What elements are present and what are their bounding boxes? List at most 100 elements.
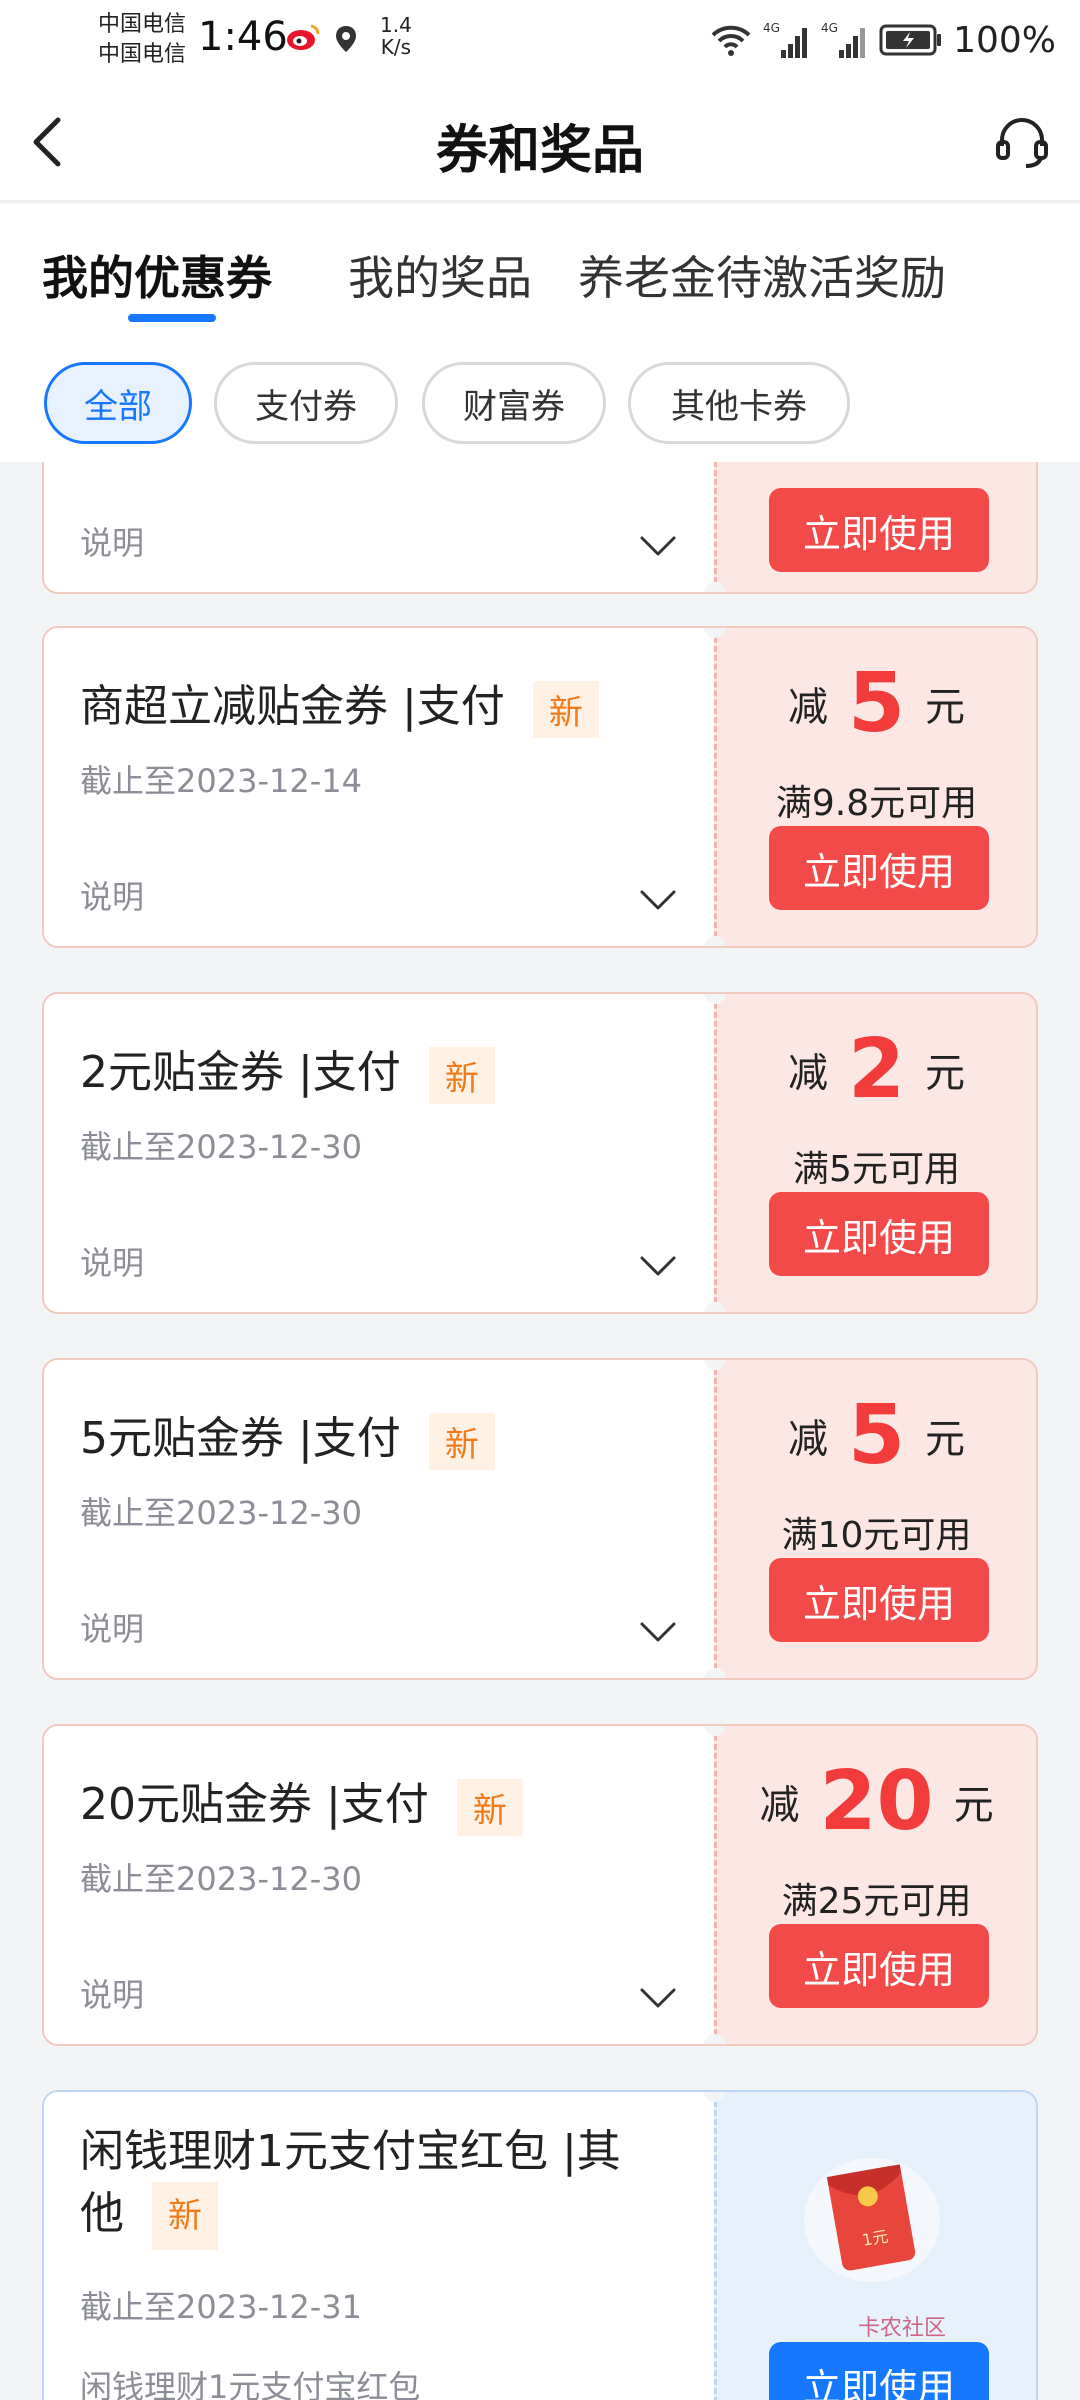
filter-bar: 全部 支付券 财富券 其他卡券 [0, 332, 1080, 462]
discount-amount: 减5元 [717, 1388, 1036, 1483]
discount-prefix: 减 [759, 1782, 800, 1829]
new-badge: 新 [428, 1412, 495, 1470]
network-speed: 1.4 K/s [380, 14, 412, 58]
usage-condition: 满25元可用 [781, 1881, 972, 1922]
usage-condition: 满10元可用 [781, 1515, 972, 1556]
coupon-expiry: 截止至2023-12-30 [80, 1860, 362, 1898]
coupon-card-partial[interactable]: 说明 立即使用 [42, 462, 1038, 594]
coupon-card[interactable]: 20元贴金券 |支付新 截止至2023-12-30 说明 减 20 元 满25元可用… [42, 1724, 1038, 2046]
coupon-card[interactable]: 5元贴金券 |支付新 截止至2023-12-30 说明 减5元 满10元可用 立… [42, 1358, 1038, 1680]
explain-toggle[interactable]: 说明 [80, 1970, 144, 2016]
new-badge: 新 [428, 1046, 495, 1104]
signal-label-2: 4G [821, 21, 838, 35]
coupon-name-line1: 闲钱理财1元支付宝红包 |其 [80, 2126, 621, 2177]
discount-value: 5 [847, 1388, 906, 1483]
headset-icon[interactable] [994, 114, 1050, 170]
use-now-button[interactable]: 立即使用 [769, 1192, 989, 1276]
filter-chip-all[interactable]: 全部 [44, 362, 192, 444]
coupon-value-panel: 减5元 满9.8元可用 立即使用 [714, 628, 1036, 946]
explain-toggle[interactable]: 说明 [80, 1604, 144, 1650]
discount-unit: 元 [925, 684, 966, 731]
coupon-value-panel: 减 20 元 满25元可用 立即使用 [714, 1726, 1036, 2044]
coupon-title: 5元贴金券 |支付新 [80, 1402, 495, 1470]
coupon-card-redpacket[interactable]: 闲钱理财1元支付宝红包 |其 他新 截止至2023-12-31 闲钱理财1元支付… [42, 2090, 1038, 2400]
discount-amount: 减5元 [717, 656, 1036, 751]
coupon-title: 2元贴金券 |支付新 [80, 1036, 495, 1104]
coupon-description: 闲钱理财1元支付宝红包 [80, 2368, 421, 2400]
explain-toggle[interactable]: 说明 [80, 872, 144, 918]
coupon-value-panel: 减2元 满5元可用 立即使用 [714, 994, 1036, 1312]
discount-unit: 元 [925, 1050, 966, 1097]
coupon-value-panel: 立即使用 [714, 462, 1036, 592]
coupon-title: 20元贴金券 |支付新 [80, 1768, 523, 1836]
weibo-icon [287, 24, 320, 50]
coupon-name: 20元贴金券 |支付 [80, 1779, 429, 1830]
discount-amount: 减2元 [717, 1022, 1036, 1117]
coupon-info: 闲钱理财1元支付宝红包 |其 他新 截止至2023-12-31 闲钱理财1元支付… [44, 2092, 714, 2400]
usage-condition: 满5元可用 [793, 1149, 960, 1190]
coupon-title: 闲钱理财1元支付宝红包 |其 他新 [80, 2122, 680, 2250]
chevron-down-icon[interactable] [638, 1986, 678, 2010]
use-now-button[interactable]: 立即使用 [769, 1558, 989, 1642]
tab-my-coupons[interactable]: 我的优惠券 [42, 242, 272, 308]
coupon-name: 2元贴金券 |支付 [80, 1047, 401, 1098]
battery-percent: 100% [953, 19, 1056, 61]
discount-unit: 元 [925, 1416, 966, 1463]
status-icons: 4G 4G 100% [709, 18, 1056, 62]
coupon-title: 商超立减贴金券 |支付新 [80, 670, 599, 738]
nav-header: 券和奖品 [0, 80, 1080, 202]
new-badge: 新 [456, 1778, 523, 1836]
coupon-info: 说明 [44, 462, 714, 592]
watermark: 卡农社区 [858, 2316, 947, 2341]
filter-chip-payment[interactable]: 支付券 [214, 362, 398, 444]
coupon-list[interactable]: 说明 立即使用 商超立减贴金券 |支付新 截止至2023-12-14 说明 减5… [0, 462, 1080, 2400]
chevron-down-icon[interactable] [638, 1620, 678, 1644]
chevron-down-icon[interactable] [638, 1254, 678, 1278]
coupon-info: 5元贴金券 |支付新 截止至2023-12-30 说明 [44, 1360, 714, 1678]
filter-chip-other[interactable]: 其他卡券 [628, 362, 850, 444]
status-bar: 中国电信 中国电信 1:46 1.4 K/s 4G 4G 100% [0, 0, 1080, 80]
coupon-expiry: 截止至2023-12-30 [80, 1494, 362, 1532]
coupon-name-line2: 他 [80, 2188, 124, 2239]
red-packet-icon: 1元 [804, 2158, 940, 2282]
signal-icon-1: 4G [763, 21, 808, 58]
carrier-labels: 中国电信 中国电信 [98, 10, 186, 70]
use-now-button[interactable]: 立即使用 [769, 826, 989, 910]
coupon-card[interactable]: 2元贴金券 |支付新 截止至2023-12-30 说明 减2元 满5元可用 立即… [42, 992, 1038, 1314]
battery-icon [879, 24, 942, 56]
use-now-button[interactable]: 立即使用 [769, 1924, 989, 2008]
signal-label-1: 4G [763, 21, 780, 35]
clock: 1:46 [198, 14, 288, 60]
speed-unit: K/s [380, 35, 412, 59]
coupon-expiry: 截止至2023-12-31 [80, 2288, 362, 2326]
coupon-expiry: 截止至2023-12-30 [80, 1128, 362, 1166]
explain-toggle[interactable]: 说明 [80, 1238, 144, 1284]
carrier-1: 中国电信 [98, 12, 187, 37]
new-badge: 新 [152, 2182, 218, 2250]
discount-value: 2 [847, 1022, 906, 1117]
wifi-icon [711, 25, 751, 56]
coupon-info: 2元贴金券 |支付新 截止至2023-12-30 说明 [44, 994, 714, 1312]
discount-prefix: 减 [787, 684, 828, 731]
discount-value: 20 [819, 1754, 934, 1849]
explain-toggle[interactable]: 说明 [80, 518, 144, 564]
speed-value: 1.4 [380, 13, 412, 37]
usage-condition: 满9.8元可用 [775, 783, 978, 824]
coupon-info: 商超立减贴金券 |支付新 截止至2023-12-14 说明 [44, 628, 714, 946]
chevron-down-icon[interactable] [638, 888, 678, 912]
coupon-name: 商超立减贴金券 |支付 [80, 681, 505, 732]
signal-icon-2: 4G [821, 21, 866, 58]
discount-prefix: 减 [787, 1050, 828, 1097]
coupon-expiry: 截止至2023-12-14 [80, 762, 362, 800]
tab-pension-rewards[interactable]: 养老金待激活奖励 [578, 242, 946, 308]
filter-chip-wealth[interactable]: 财富券 [422, 362, 606, 444]
tab-my-prizes[interactable]: 我的奖品 [348, 242, 532, 308]
coupon-card[interactable]: 商超立减贴金券 |支付新 截止至2023-12-14 说明 减5元 满9.8元可… [42, 626, 1038, 948]
use-now-button[interactable]: 立即使用 [769, 2342, 989, 2400]
chevron-down-icon[interactable] [638, 534, 678, 558]
discount-value: 5 [847, 656, 906, 751]
discount-amount: 减 20 元 [717, 1754, 1036, 1849]
use-now-button[interactable]: 立即使用 [769, 488, 989, 572]
coupon-info: 20元贴金券 |支付新 截止至2023-12-30 说明 [44, 1726, 714, 2044]
carrier-2: 中国电信 [98, 42, 187, 67]
